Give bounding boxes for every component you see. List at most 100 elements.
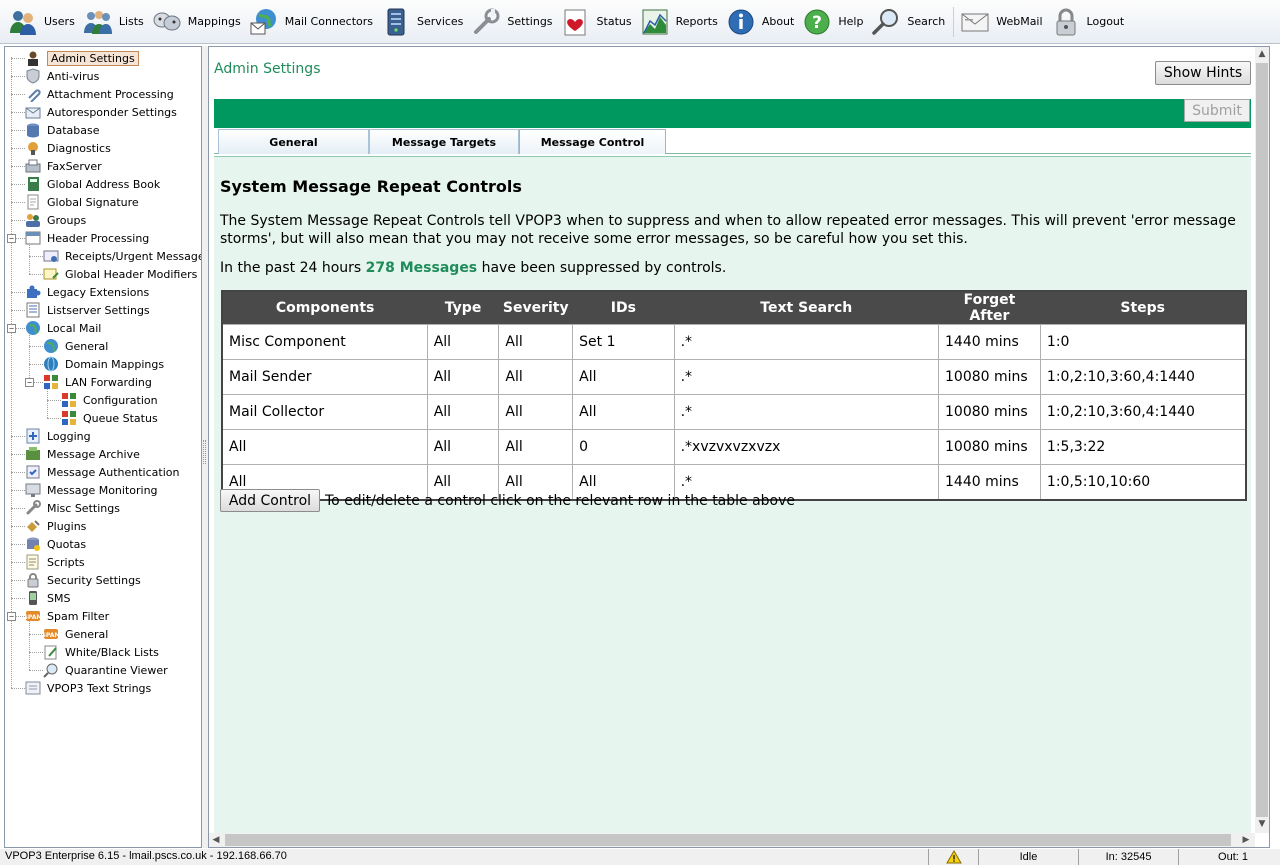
horizontal-scrollbar[interactable]: ◀ ▶ bbox=[209, 833, 1255, 847]
tree-item[interactable]: VPOP3 Text Strings bbox=[25, 679, 151, 697]
scroll-up-arrow-icon[interactable]: ▲ bbox=[1255, 47, 1269, 61]
toolbar-webmail-button[interactable]: WebMail bbox=[960, 2, 1043, 42]
edit-hint-text: To edit/delete a control click on the re… bbox=[325, 493, 796, 509]
tree-item[interactable]: Message Monitoring bbox=[25, 481, 158, 499]
tree-item[interactable]: General bbox=[43, 337, 108, 355]
tree-item[interactable]: Listserver Settings bbox=[25, 301, 150, 319]
tree-collapse-toggle[interactable]: − bbox=[25, 378, 34, 387]
table-cell: All bbox=[426, 394, 500, 430]
submit-button[interactable]: Submit bbox=[1184, 99, 1250, 122]
toolbar-reports-button[interactable]: Reports bbox=[640, 2, 718, 42]
tree-connector bbox=[29, 652, 43, 653]
tree-collapse-toggle[interactable]: − bbox=[7, 612, 16, 621]
tree-item-label: General bbox=[65, 627, 109, 641]
mail-connectors-icon bbox=[249, 7, 279, 37]
table-cell: 0 bbox=[572, 429, 675, 465]
tree-item-label: LAN Forwarding bbox=[65, 375, 152, 389]
tree-item[interactable]: Scripts bbox=[25, 553, 85, 571]
table-row[interactable]: Mail Collector All All All .* 10080 mins 1:0,2… bbox=[221, 394, 1247, 430]
tree-item[interactable]: Admin Settings bbox=[25, 49, 139, 67]
toolbar-status-button[interactable]: Status bbox=[561, 2, 632, 42]
splitter-grip[interactable] bbox=[203, 440, 206, 464]
tree-item[interactable]: Message Authentication bbox=[25, 463, 179, 481]
add-control-button[interactable]: Add Control bbox=[220, 489, 320, 512]
tree-item[interactable]: Security Settings bbox=[25, 571, 141, 589]
scroll-left-arrow-icon[interactable]: ◀ bbox=[209, 833, 223, 847]
toolbar-settings-label: Settings bbox=[507, 15, 553, 28]
tree-connector bbox=[29, 670, 43, 671]
table-header-row: Components Type Severity IDs Text Search… bbox=[222, 291, 1246, 325]
tree-item[interactable]: Message Archive bbox=[25, 445, 140, 463]
tree-item[interactable]: Quotas bbox=[25, 535, 86, 553]
tree-item[interactable]: White/Black Lists bbox=[43, 643, 159, 661]
tree-collapse-toggle[interactable]: − bbox=[7, 234, 16, 243]
tree-item[interactable]: Quarantine Viewer bbox=[43, 661, 168, 679]
phone-icon bbox=[25, 590, 41, 606]
tree-item[interactable]: LAN Forwarding bbox=[43, 373, 152, 391]
scroll-right-arrow-icon[interactable]: ▶ bbox=[1239, 833, 1253, 847]
tree-item[interactable]: Legacy Extensions bbox=[25, 283, 149, 301]
tree-item[interactable]: Autoresponder Settings bbox=[25, 103, 177, 121]
tree-item[interactable]: Local Mail bbox=[25, 319, 101, 337]
table-row[interactable]: Misc Component All All Set 1 .* 1440 mins 1:0 bbox=[221, 324, 1247, 360]
table-row[interactable]: Mail Sender All All All .* 10080 mins 1:0,2:10… bbox=[221, 359, 1247, 395]
table-cell: All bbox=[498, 394, 574, 430]
toolbar-search-button[interactable]: Search bbox=[871, 2, 945, 42]
reports-icon bbox=[640, 7, 670, 37]
tree-item[interactable]: Header Processing bbox=[25, 229, 149, 247]
tree-item[interactable]: Diagnostics bbox=[25, 139, 111, 157]
tree-item[interactable]: Misc Settings bbox=[25, 499, 120, 517]
scroll-down-arrow-icon[interactable]: ▼ bbox=[1255, 817, 1269, 831]
vertical-scroll-thumb[interactable] bbox=[1256, 63, 1268, 817]
action-bar bbox=[214, 99, 1251, 128]
tree-item[interactable]: Groups bbox=[25, 211, 86, 229]
tree-item[interactable]: Global Header Modifiers bbox=[43, 265, 197, 283]
tab-message-control[interactable]: Message Control bbox=[519, 129, 666, 154]
toolbar-services-button[interactable]: Services bbox=[381, 2, 463, 42]
toolbar-lists-button[interactable]: Lists bbox=[83, 2, 144, 42]
svg-text:SPAM: SPAM bbox=[25, 614, 41, 621]
tree-connector bbox=[11, 112, 25, 113]
logout-icon bbox=[1051, 7, 1081, 37]
lan-icon bbox=[61, 392, 77, 408]
tab-general[interactable]: General bbox=[218, 129, 369, 154]
toolbar-help-button[interactable]: ? Help bbox=[802, 2, 863, 42]
tree-item[interactable]: Plugins bbox=[25, 517, 86, 535]
tree-connector bbox=[11, 76, 25, 77]
tree-item[interactable]: Queue Status bbox=[61, 409, 158, 427]
vertical-scrollbar[interactable]: ▲ ▼ bbox=[1255, 47, 1269, 833]
warning-indicator[interactable] bbox=[928, 849, 978, 865]
horizontal-scroll-thumb[interactable] bbox=[225, 834, 1231, 846]
tree-item[interactable]: Global Address Book bbox=[25, 175, 160, 193]
tree-item[interactable]: Domain Mappings bbox=[43, 355, 164, 373]
tree-item[interactable]: Logging bbox=[25, 427, 91, 445]
toolbar-logout-button[interactable]: Logout bbox=[1051, 2, 1124, 42]
toolbar-mail-connectors-button[interactable]: Mail Connectors bbox=[249, 2, 373, 42]
tree-item[interactable]: FaxServer bbox=[25, 157, 102, 175]
status-state-text: Idle bbox=[1019, 851, 1038, 863]
tree-item[interactable]: SMS bbox=[25, 589, 70, 607]
tree-collapse-toggle[interactable]: − bbox=[7, 324, 16, 333]
tree-item[interactable]: SPAM General bbox=[43, 625, 108, 643]
tree-item[interactable]: Database bbox=[25, 121, 100, 139]
tree-item[interactable]: Global Signature bbox=[25, 193, 139, 211]
toolbar-mappings-button[interactable]: Mappings bbox=[152, 2, 241, 42]
toolbar-settings-button[interactable]: Settings bbox=[471, 2, 553, 42]
show-hints-button[interactable]: Show Hints bbox=[1155, 61, 1251, 85]
tree-item[interactable]: Configuration bbox=[61, 391, 158, 409]
table-row[interactable]: All All All 0 .*xvzvxvzxvzx 10080 mins 1:5,3:2… bbox=[221, 429, 1247, 465]
tree-item[interactable]: Anti-virus bbox=[25, 67, 99, 85]
toolbar-about-button[interactable]: About bbox=[726, 2, 794, 42]
lan-icon bbox=[43, 374, 59, 390]
table-cell: 1:0,2:10,3:60,4:1440 bbox=[1039, 359, 1247, 395]
tab-message-targets[interactable]: Message Targets bbox=[369, 129, 519, 154]
tree-item[interactable]: Receipts/Urgent Messages bbox=[43, 247, 201, 265]
status-state: Idle bbox=[978, 849, 1078, 865]
toolbar-users-button[interactable]: Users bbox=[8, 2, 75, 42]
wrench-icon bbox=[25, 500, 41, 516]
tab-general-label: General bbox=[269, 135, 318, 149]
tree-item[interactable]: Attachment Processing bbox=[25, 85, 174, 103]
tree-connector bbox=[11, 292, 25, 293]
tree-item[interactable]: SPAM Spam Filter bbox=[25, 607, 109, 625]
status-icon bbox=[561, 7, 591, 37]
